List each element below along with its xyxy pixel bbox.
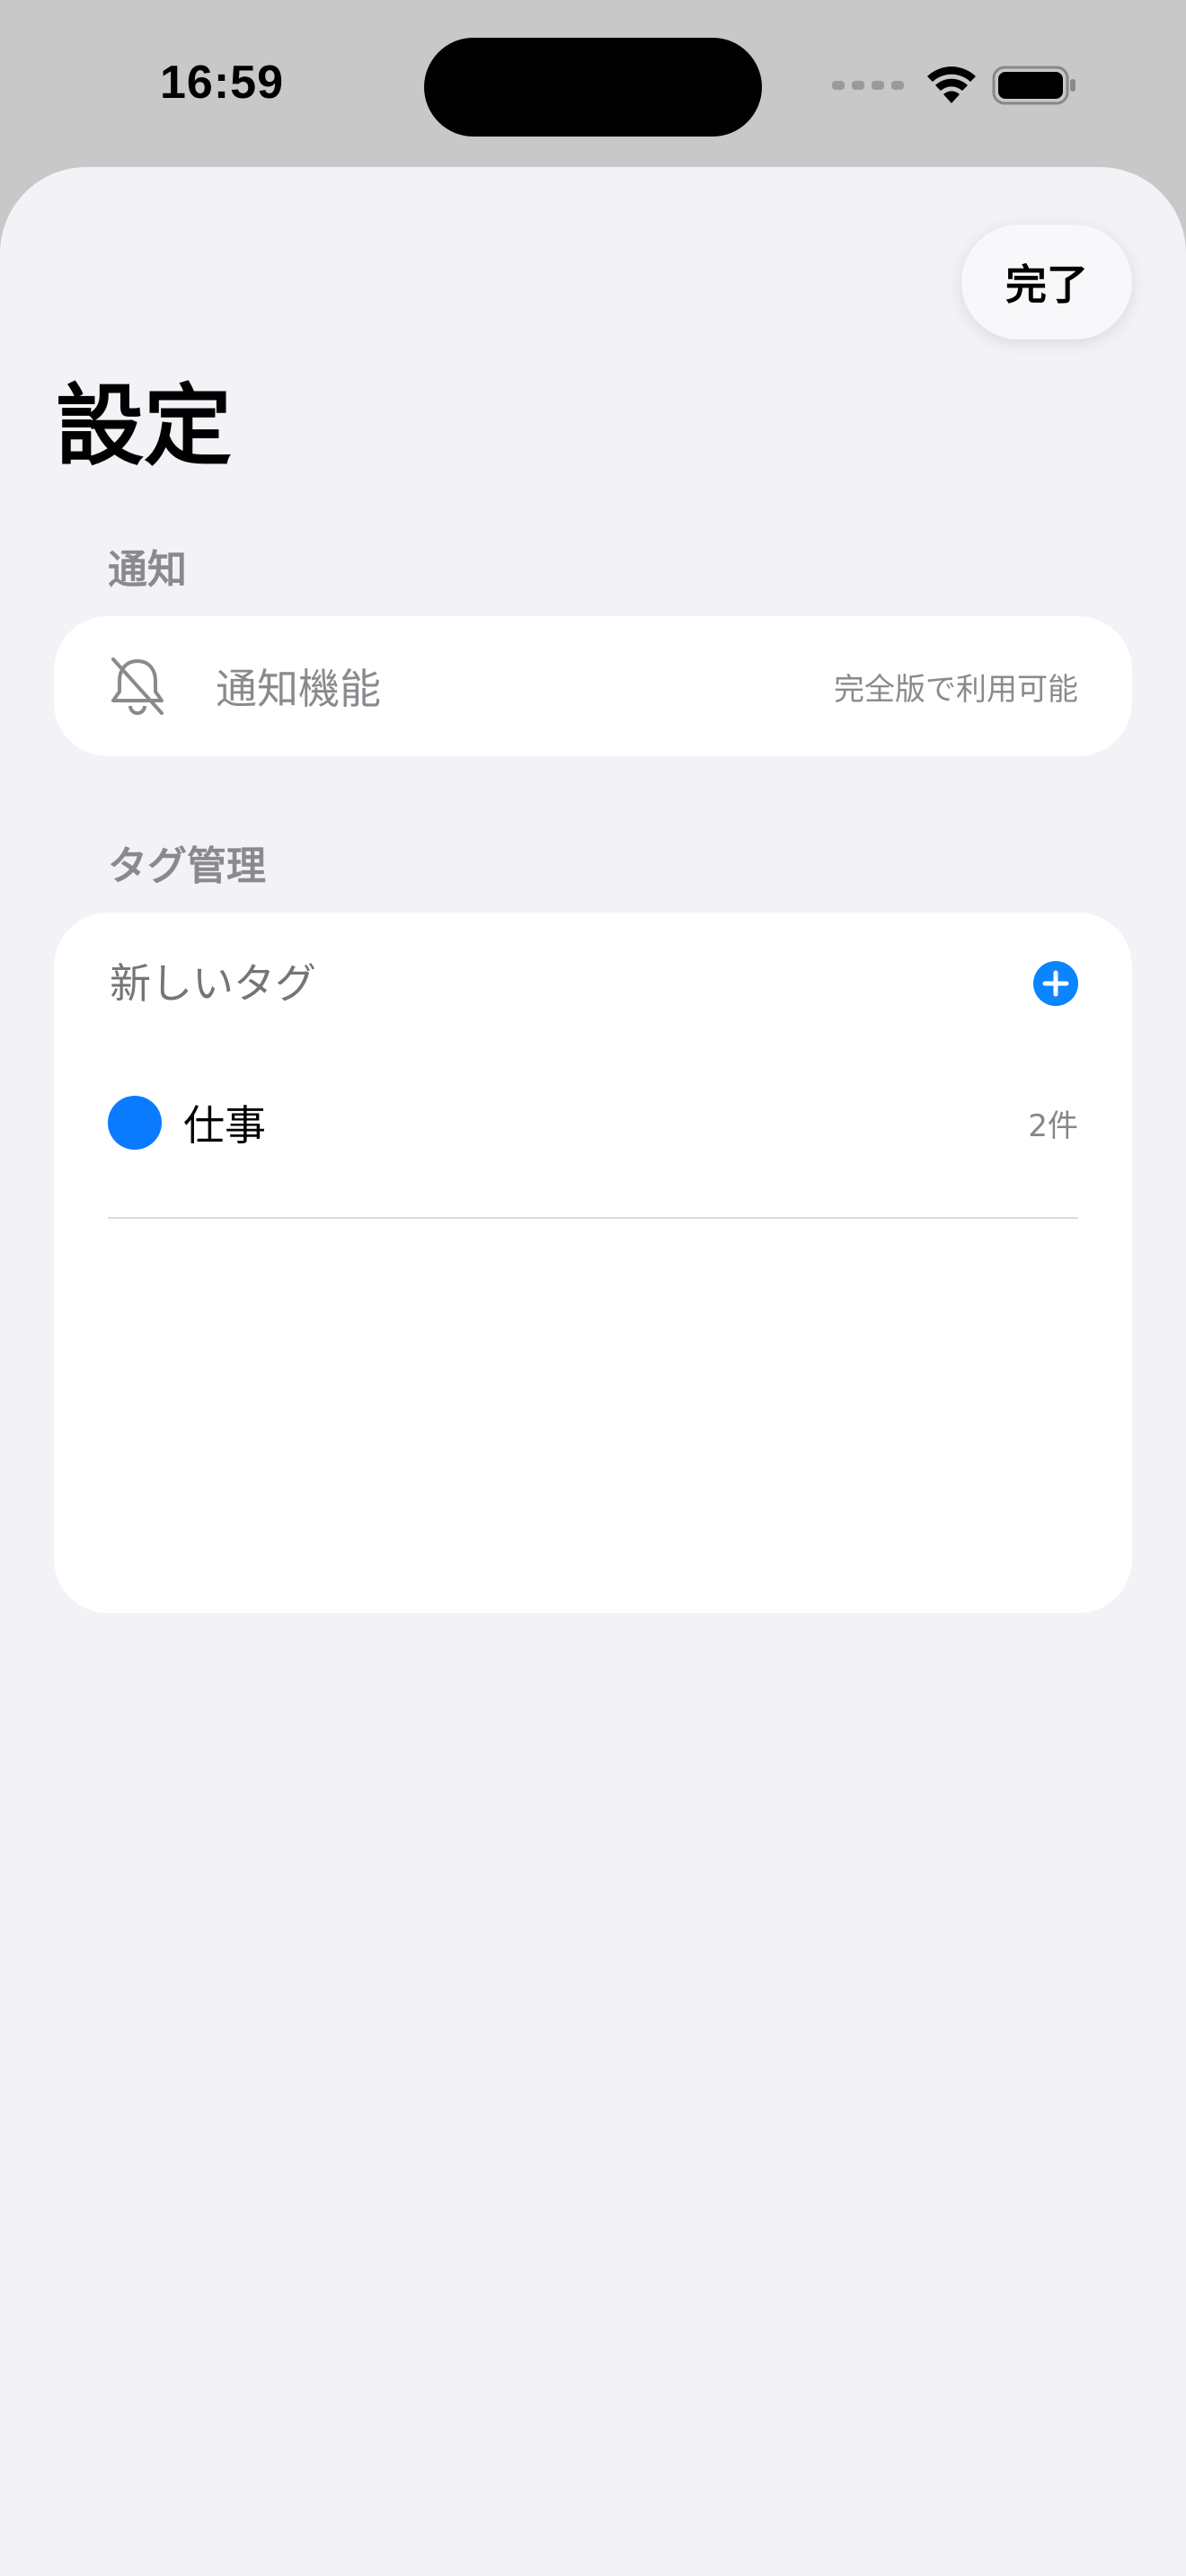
dynamic-island	[424, 38, 762, 137]
new-tag-row	[54, 913, 1132, 1053]
status-icons	[832, 63, 1078, 108]
cellular-signal-icon	[832, 81, 904, 90]
tag-name: 仕事	[183, 1101, 266, 1150]
section-header-tags: タグ管理	[108, 843, 266, 889]
tag-color-dot	[108, 1096, 162, 1150]
page-title: 設定	[56, 375, 233, 478]
new-tag-input[interactable]	[108, 948, 920, 1019]
tag-row-work[interactable]: 仕事 2件	[54, 1053, 1132, 1193]
notification-label: 通知機能	[216, 665, 381, 713]
notification-row[interactable]: 通知機能 完全版で利用可能	[54, 616, 1132, 756]
add-tag-button[interactable]	[1033, 961, 1078, 1006]
notification-availability: 完全版で利用可能	[834, 671, 1078, 708]
tag-count: 2件	[1028, 1107, 1078, 1144]
status-time: 16:59	[160, 57, 284, 109]
battery-icon	[992, 66, 1075, 105]
notifications-card: 通知機能 完全版で利用可能	[54, 616, 1132, 756]
tags-card: 仕事 2件	[54, 913, 1132, 1613]
bell-slash-icon	[111, 657, 164, 715]
section-header-notifications: 通知	[108, 547, 187, 593]
status-bar: 16:59	[0, 0, 1186, 167]
wifi-icon	[927, 66, 976, 103]
done-button[interactable]: 完了	[961, 225, 1132, 340]
settings-sheet: 完了 設定 通知 通知機能 完全版で利用可能 タグ管理 新しいタグ 仕事 2件	[0, 167, 1186, 2576]
divider	[108, 1217, 1078, 1219]
